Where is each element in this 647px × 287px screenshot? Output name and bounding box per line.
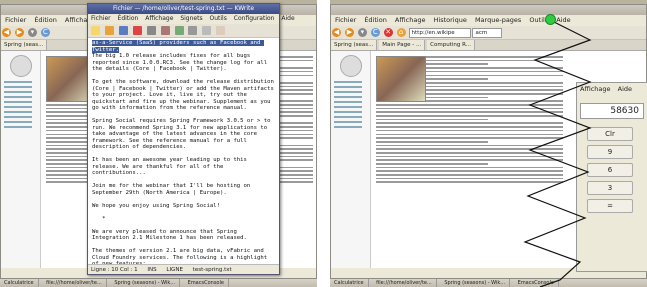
- gesture-trail: [523, 19, 592, 287]
- gesture-start-dot: [545, 14, 556, 25]
- zigzag-trail-icon: [523, 19, 592, 287]
